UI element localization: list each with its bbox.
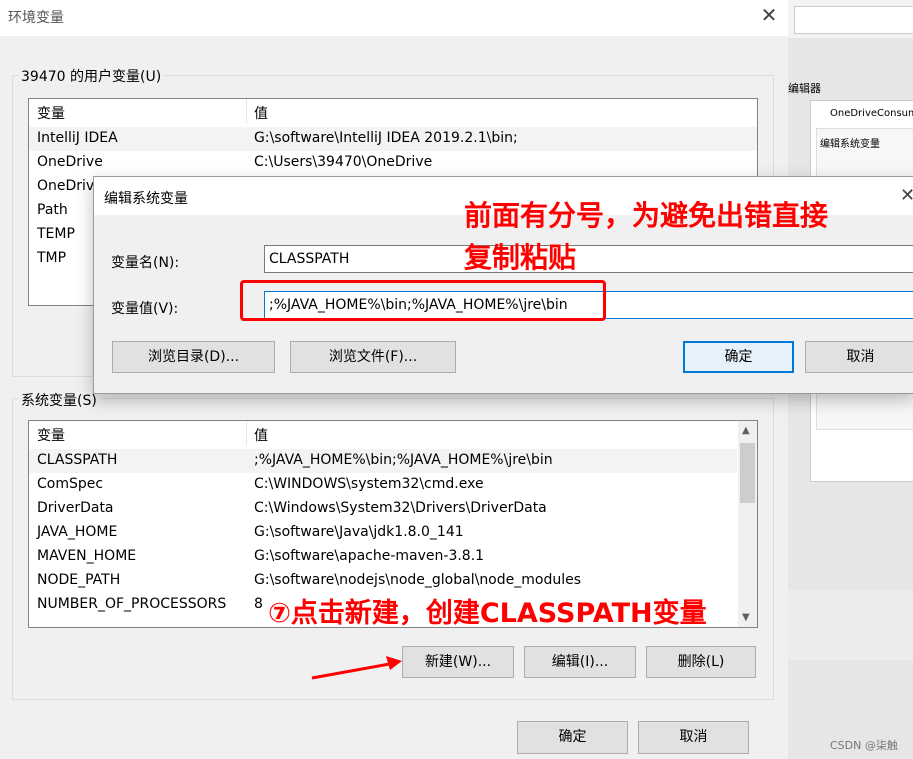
row-name: Path [37,202,68,218]
variable-name-label: 变量名(N): [111,255,180,271]
vertical-scrollbar[interactable]: ▲ ▼ [738,421,757,627]
table-row[interactable]: MAVEN_HOME G:\software\apache-maven-3.8.… [29,545,737,569]
annotation-step7: ⑦点击新建，创建CLASSPATH变量 [268,598,707,629]
column-header-value[interactable]: 值 [254,103,268,123]
row-name: JAVA_HOME [37,524,118,540]
column-header-name[interactable]: 变量 [37,425,65,445]
dialog-close-icon[interactable]: ✕ [900,185,913,206]
row-name: TEMP [37,226,75,242]
row-value: G:\software\nodejs\node_global\node_modu… [254,572,582,588]
browse-directory-button[interactable]: 浏览目录(D)... [112,341,275,373]
row-value: G:\software\apache-maven-3.8.1 [254,548,485,564]
row-value: C:\Windows\System32\Drivers\DriverData [254,500,547,516]
highlight-box [240,280,606,321]
column-header-name[interactable]: 变量 [37,103,65,123]
table-row[interactable]: JAVA_HOME G:\software\Java\jdk1.8.0_141 [29,521,737,545]
arrow-icon [311,656,402,680]
bg-window-item: OneDriveConsume [830,108,913,119]
table-row[interactable]: CLASSPATH ;%JAVA_HOME%\bin;%JAVA_HOME%\j… [29,449,737,473]
cancel-button[interactable]: 取消 [638,721,749,754]
column-header-value[interactable]: 值 [254,425,268,445]
close-icon[interactable]: ✕ [759,5,779,25]
browse-file-button[interactable]: 浏览文件(F)... [290,341,456,373]
dialog-cancel-button[interactable]: 取消 [805,341,913,373]
row-name: OneDrive [37,154,103,170]
dialog-ok-button[interactable]: 确定 [683,341,794,373]
row-name: TMP [37,250,67,266]
list-header: 变量 值 [29,99,757,123]
system-variables-label: 系统变量(S) [18,390,100,410]
scroll-up-icon[interactable]: ▲ [742,425,750,436]
scroll-down-icon[interactable]: ▼ [742,612,750,623]
table-row[interactable]: OneDrive C:\Users\39470\OneDrive [29,151,757,175]
table-row[interactable]: ComSpec C:\WINDOWS\system32\cmd.exe [29,473,737,497]
row-name: IntelliJ IDEA [37,130,118,146]
row-name: NUMBER_OF_PROCESSORS [37,596,227,612]
edit-variable-button[interactable]: 编辑(I)... [524,646,636,678]
row-name: ComSpec [37,476,104,492]
row-value: 8 [254,596,263,612]
delete-variable-button[interactable]: 删除(L) [646,646,756,678]
ok-button[interactable]: 确定 [517,721,628,754]
row-value: G:\software\IntelliJ IDEA 2019.2.1\bin; [254,130,518,146]
variable-name-input[interactable]: CLASSPATH [264,245,913,273]
watermark: CSDN @柒触 [830,739,898,752]
window-title: 环境变量 [8,10,64,26]
row-value: ;%JAVA_HOME%\bin;%JAVA_HOME%\jre\bin [254,452,553,468]
scroll-thumb[interactable] [740,443,755,503]
row-name: DriverData [37,500,114,516]
dialog-title: 编辑系统变量 [104,191,188,207]
table-row[interactable]: IntelliJ IDEA G:\software\IntelliJ IDEA … [29,127,757,151]
row-value: C:\Users\39470\OneDrive [254,154,433,170]
annotation-semicolon-note: 前面有分号，为避免出错直接 [464,199,829,232]
list-header: 变量 值 [29,421,757,445]
annotation-semicolon-note-2: 复制粘贴 [464,241,577,274]
variable-value-label: 变量值(V): [111,301,179,317]
bg-window-title: 编辑器 [788,82,821,95]
row-value: C:\WINDOWS\system32\cmd.exe [254,476,484,492]
row-value: G:\software\Java\jdk1.8.0_141 [254,524,464,540]
table-row[interactable]: DriverData C:\Windows\System32\Drivers\D… [29,497,737,521]
row-name: NODE_PATH [37,572,121,588]
row-name: MAVEN_HOME [37,548,137,564]
table-row[interactable]: NODE_PATH G:\software\nodejs\node_global… [29,569,737,593]
row-name: CLASSPATH [37,452,118,468]
bg-mini-dialog-title: 编辑系统变量 [820,139,880,150]
user-variables-label: 39470 的用户变量(U) [18,66,165,86]
